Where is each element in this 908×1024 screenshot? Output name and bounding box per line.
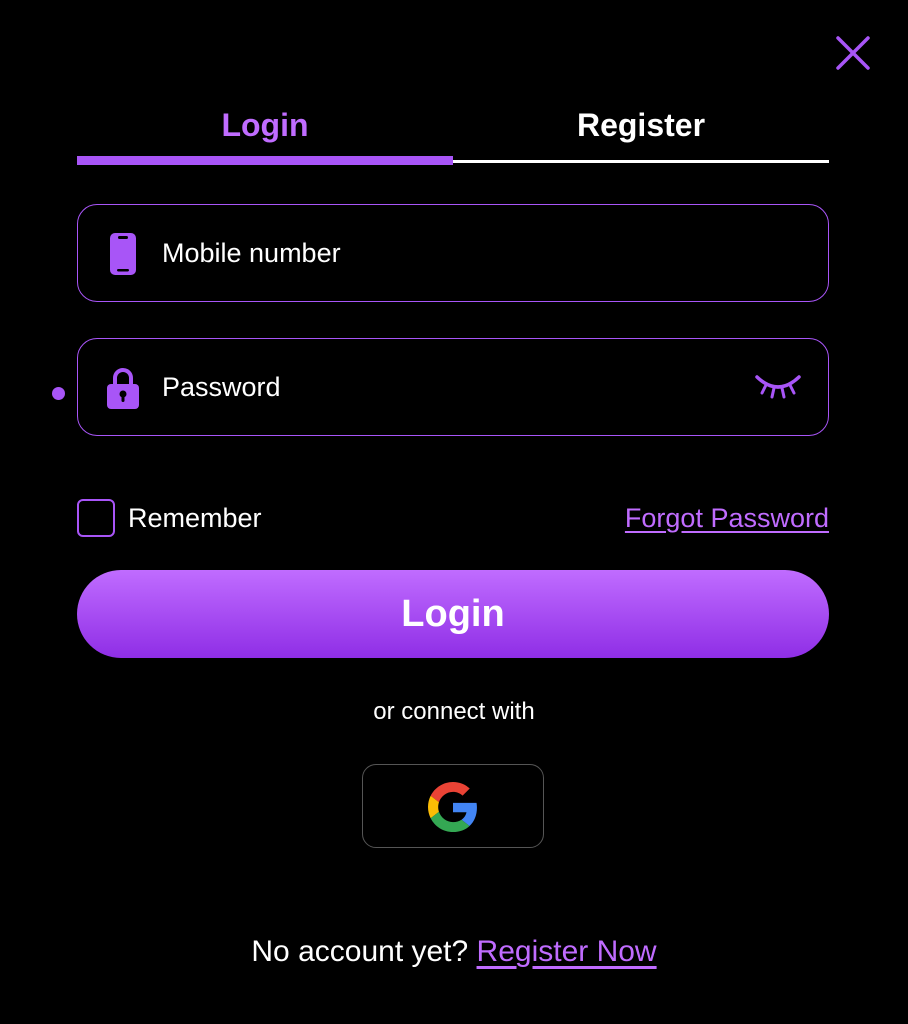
google-login-button[interactable] bbox=[362, 764, 544, 848]
close-icon bbox=[836, 36, 870, 70]
remember-label[interactable]: Remember bbox=[128, 500, 262, 536]
password-placeholder: Password bbox=[162, 372, 281, 402]
tab-register[interactable]: Register bbox=[453, 100, 829, 150]
google-icon bbox=[428, 782, 477, 832]
active-tab-indicator bbox=[77, 156, 453, 165]
field-indicator-dot bbox=[52, 387, 65, 400]
eye-closed-icon[interactable] bbox=[754, 371, 802, 401]
no-account-text: No account yet? bbox=[251, 935, 469, 968]
close-button[interactable] bbox=[834, 34, 872, 72]
remember-checkbox[interactable] bbox=[77, 499, 115, 537]
tab-login[interactable]: Login bbox=[77, 100, 453, 150]
register-now-link[interactable]: Register Now bbox=[477, 935, 657, 968]
mobile-number-placeholder: Mobile number bbox=[162, 238, 341, 268]
or-connect-with-text: or connect with bbox=[373, 698, 535, 725]
mobile-number-field[interactable]: Mobile number bbox=[77, 204, 829, 302]
lock-icon bbox=[107, 368, 139, 409]
forgot-password-link[interactable]: Forgot Password bbox=[625, 500, 829, 536]
password-field[interactable]: Password bbox=[77, 338, 829, 436]
register-prompt-row: No account yet? Register Now bbox=[0, 930, 908, 974]
login-button[interactable]: Login bbox=[77, 570, 829, 658]
phone-icon bbox=[110, 233, 136, 275]
